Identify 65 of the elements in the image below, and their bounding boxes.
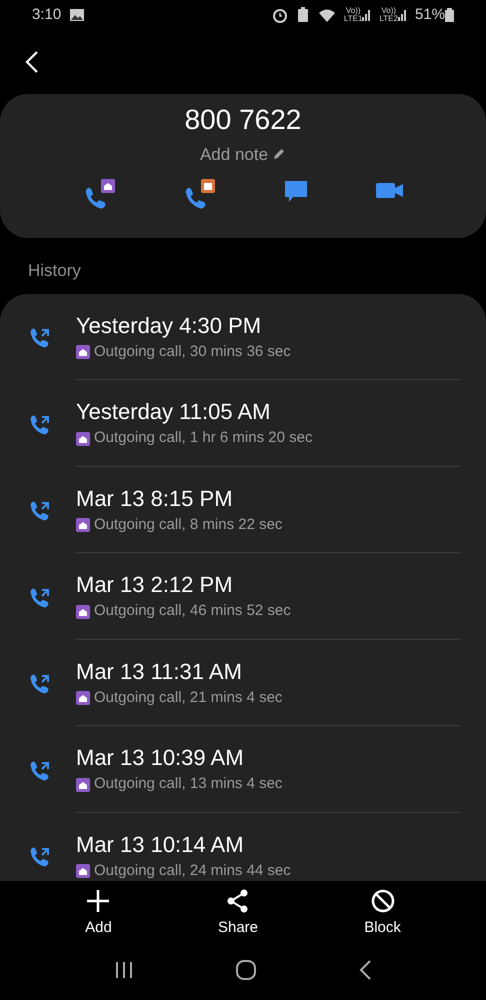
message-icon[interactable] bbox=[283, 179, 309, 203]
call-time: Mar 13 8:15 PM bbox=[76, 484, 234, 513]
block-icon bbox=[370, 888, 395, 913]
history-row[interactable]: Yesterday 11:05 AM Outgoing call, 1 hr 6 mins 20 sec bbox=[0, 380, 486, 467]
add-icon bbox=[86, 888, 110, 913]
history-row[interactable]: Mar 13 2:12 PM Outgoing call, 46 mins 52 sec bbox=[0, 553, 486, 640]
pencil-icon bbox=[272, 147, 286, 162]
battery-icon bbox=[445, 7, 454, 22]
history-row[interactable]: Mar 13 11:31 AM Outgoing call, 21 mins 4 sec bbox=[0, 640, 486, 726]
network-label: LTE2 bbox=[379, 14, 398, 23]
sim-call-icon[interactable] bbox=[83, 179, 117, 211]
section-title: History bbox=[27, 260, 82, 282]
call-time: Mar 13 10:39 AM bbox=[76, 744, 245, 772]
volte-label: Vo)) bbox=[346, 6, 360, 15]
recent-apps-icon[interactable] bbox=[114, 961, 134, 980]
home-sim-icon bbox=[76, 778, 90, 792]
share-icon bbox=[226, 888, 250, 913]
home-sim-icon bbox=[76, 604, 90, 619]
history-row[interactable]: Mar 13 8:15 PM Outgoing call, 8 mins 22 sec bbox=[0, 466, 486, 554]
call-time: Mar 13 11:31 AM bbox=[76, 658, 243, 686]
sim-call-icon[interactable] bbox=[183, 179, 217, 211]
volte-label: Vo)) bbox=[381, 6, 396, 15]
outgoing-call-icon bbox=[28, 845, 50, 868]
history-row[interactable]: Yesterday 4:30 PM Outgoing call, 30 mins 36 sec bbox=[0, 294, 486, 380]
home-sim-icon bbox=[76, 432, 90, 446]
outgoing-call-icon bbox=[28, 758, 50, 781]
signal-icon bbox=[362, 8, 372, 22]
back-icon[interactable] bbox=[358, 960, 372, 980]
add-note-button[interactable]: Add note bbox=[200, 142, 286, 167]
back-icon[interactable] bbox=[24, 50, 40, 74]
home-icon[interactable] bbox=[234, 959, 257, 982]
network-label: LTE1 bbox=[344, 14, 362, 23]
outgoing-call-icon bbox=[28, 499, 50, 522]
battery-saver-icon bbox=[296, 6, 310, 23]
home-sim-icon bbox=[76, 345, 90, 360]
call-detail: Outgoing call, 24 mins 44 sec bbox=[94, 860, 291, 881]
call-detail: Outgoing call, 46 mins 52 sec bbox=[94, 601, 291, 622]
phone-number: 800 7622 bbox=[184, 102, 302, 136]
outgoing-call-icon bbox=[28, 412, 50, 435]
battery-percent: 51% bbox=[414, 4, 445, 25]
outgoing-call-icon bbox=[28, 326, 50, 348]
alarm-icon bbox=[272, 6, 288, 23]
home-sim-icon bbox=[76, 691, 90, 706]
call-detail: Outgoing call, 30 mins 36 sec bbox=[94, 342, 291, 362]
signal-icon bbox=[398, 8, 407, 22]
call-time: Mar 13 2:12 PM bbox=[76, 571, 234, 600]
call-time: Yesterday 11:05 AM bbox=[76, 398, 272, 426]
add-button[interactable]: Add bbox=[85, 888, 112, 940]
outgoing-call-icon bbox=[28, 672, 50, 694]
call-detail: Outgoing call, 21 mins 4 sec bbox=[94, 688, 282, 708]
history-row[interactable]: Mar 13 10:14 AM Outgoing call, 24 mins 44 sec bbox=[0, 812, 486, 881]
call-time: Mar 13 10:14 AM bbox=[76, 830, 245, 859]
block-button[interactable]: Block bbox=[364, 888, 401, 940]
clock-time: 3:10 bbox=[32, 4, 62, 25]
call-detail: Outgoing call, 8 mins 22 sec bbox=[94, 514, 282, 535]
share-button[interactable]: Share bbox=[218, 888, 258, 940]
outgoing-call-icon bbox=[28, 586, 50, 608]
call-detail: Outgoing call, 1 hr 6 mins 20 sec bbox=[94, 428, 312, 448]
call-time: Yesterday 4:30 PM bbox=[76, 312, 262, 340]
call-detail: Outgoing call, 13 mins 4 sec bbox=[94, 774, 282, 794]
home-sim-icon bbox=[76, 518, 90, 532]
wifi-icon bbox=[318, 6, 336, 23]
history-row[interactable]: Mar 13 10:39 AM Outgoing call, 13 mins 4 sec bbox=[0, 726, 486, 813]
home-sim-icon bbox=[76, 864, 90, 878]
image-icon bbox=[69, 8, 86, 22]
